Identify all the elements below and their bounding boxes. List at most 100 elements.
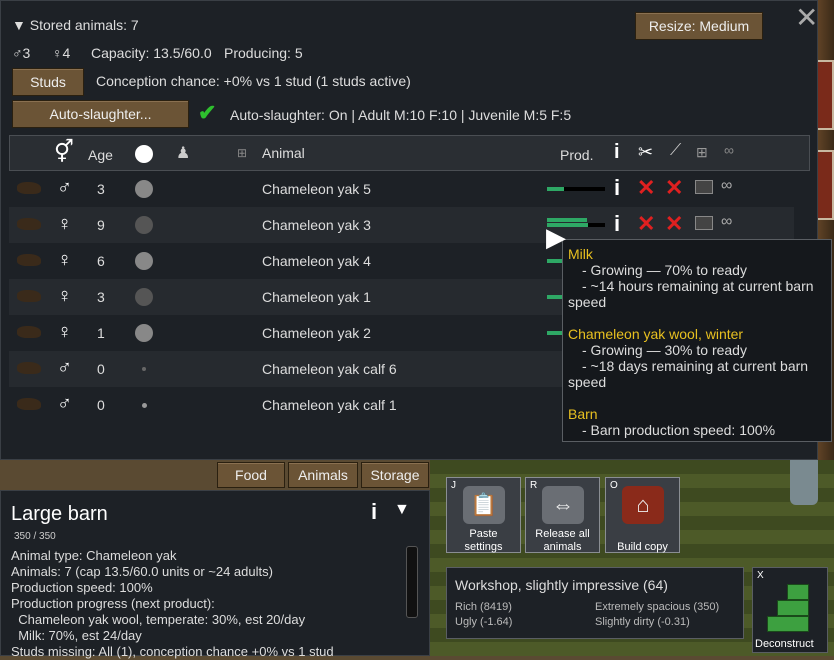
auto-slaughter-button[interactable]: Auto-slaughter... (12, 100, 189, 128)
prod-header[interactable]: Prod. (560, 147, 593, 163)
tooltip-milk-title: Milk (568, 246, 593, 262)
resize-button[interactable]: Resize: Medium (635, 12, 763, 40)
medical-icon[interactable]: ⊞ (237, 146, 247, 160)
table-row[interactable]: ♂ 3 Chameleon yak 5 i ✕ ✕ ∞ (9, 171, 794, 207)
studs-button[interactable]: Studs (12, 68, 84, 96)
info-icon[interactable]: i (614, 175, 620, 201)
collapse-icon[interactable]: ▼ (394, 501, 410, 519)
building-details: Animal type: Chameleon yak Animals: 7 (ca… (11, 548, 334, 660)
clipboard-icon: 📋 (463, 486, 505, 524)
slaughter-toggle-icon[interactable]: ✕ (637, 211, 655, 237)
animal-icon (17, 362, 41, 374)
animal-icon (17, 218, 41, 230)
production-tooltip: Milk - Growing — 70% to ready - ~14 hour… (562, 239, 832, 442)
binoculars-icon[interactable]: ∞ (721, 177, 732, 195)
detail-line: Milk: 70%, est 24/day (11, 628, 142, 643)
animal-name[interactable]: Chameleon yak 2 (262, 325, 371, 341)
detail-line: Production progress (next product): (11, 596, 215, 611)
release-animals-icon: ⇔ (542, 486, 584, 524)
age-header[interactable]: Age (88, 147, 113, 163)
room-beauty: Ugly (-1.64) (455, 616, 513, 628)
hotkey-label: X (757, 570, 764, 581)
room-space: Extremely spacious (350) (595, 601, 720, 613)
age-cell: 1 (97, 325, 105, 341)
body-size-icon[interactable] (135, 145, 153, 163)
gender-icon[interactable]: ⚥ (54, 139, 74, 165)
female-count: ♀4 (52, 45, 71, 61)
tooltip-wool-title: Chameleon yak wool, winter (568, 326, 744, 342)
room-cleanliness: Slightly dirty (-0.31) (595, 616, 690, 628)
close-icon[interactable]: ✕ (795, 1, 818, 34)
animal-name[interactable]: Chameleon yak 1 (262, 289, 371, 305)
info-icon[interactable]: i (614, 141, 620, 164)
animal-icon (17, 290, 41, 302)
capacity-text: Capacity: 13.5/60.0 (91, 45, 212, 61)
slaughter-icon[interactable]: ✂ (638, 142, 653, 163)
knife-icon[interactable]: ⟋ (670, 142, 681, 160)
animal-icon (17, 398, 41, 410)
room-title: Workshop, slightly impressive (64) (455, 577, 668, 593)
detail-line: Chameleon yak wool, temperate: 30%, est … (11, 612, 306, 627)
deconstruct-label: Deconstruct (755, 638, 814, 650)
detail-line: Animal type: Chameleon yak (11, 548, 177, 563)
tooltip-line: - ~14 hours remaining at current barn (582, 278, 814, 294)
age-cell: 3 (97, 289, 105, 305)
age-cell: 6 (97, 253, 105, 269)
release-toggle-icon[interactable]: ✕ (665, 175, 683, 201)
gender-icon: ♀ (57, 285, 72, 307)
body-size-indicator (135, 216, 153, 234)
medical-tag-icon[interactable] (695, 216, 713, 230)
animal-name[interactable]: Chameleon yak 3 (262, 217, 371, 233)
body-size-indicator (142, 367, 146, 371)
tab-food[interactable]: Food (217, 462, 285, 488)
hotkey-label: O (610, 480, 618, 491)
body-size-indicator (142, 403, 147, 408)
button-label: Paste settings (464, 528, 503, 553)
detail-line: Animals: 7 (cap 13.5/60.0 units or ~24 a… (11, 564, 273, 579)
gender-icon: ♂ (57, 177, 72, 199)
hp-text: 350 / 350 (14, 531, 56, 542)
pipe-graphic (790, 455, 818, 505)
pregnancy-icon[interactable]: ♟ (176, 143, 190, 163)
body-size-indicator (135, 324, 153, 342)
detail-line: Production speed: 100% (11, 580, 153, 595)
gender-icon: ♀ (57, 213, 72, 235)
animal-icon (17, 182, 41, 194)
slaughter-toggle-icon[interactable]: ✕ (637, 175, 655, 201)
body-size-indicator (135, 180, 153, 198)
binoculars-icon[interactable]: ∞ (721, 213, 732, 231)
animal-header[interactable]: Animal (262, 145, 305, 161)
tooltip-line: - Growing — 30% to ready (582, 342, 747, 358)
body-size-indicator (135, 252, 153, 270)
age-cell: 0 (97, 397, 105, 413)
table-row[interactable]: ♀ 9 Chameleon yak 3 i ✕ ✕ ∞ (9, 207, 794, 243)
room-stats-panel: Workshop, slightly impressive (64) Rich … (446, 567, 744, 639)
release-toggle-icon[interactable]: ✕ (665, 211, 683, 237)
animal-name[interactable]: Chameleon yak 5 (262, 181, 371, 197)
medical-tag-icon[interactable]: ⊞ (696, 144, 708, 161)
binoculars-icon[interactable]: ∞ (724, 142, 734, 158)
table-header: ⚥ Age ♟ ⊞ Animal Prod. i ✂ ⟋ ⊞ ∞ (9, 135, 810, 171)
tab-animals[interactable]: Animals (288, 462, 358, 488)
gender-icon: ♂ (57, 357, 72, 379)
tooltip-line: - Growing — 70% to ready (582, 262, 747, 278)
producing-text: Producing: 5 (224, 45, 303, 61)
paste-settings-button[interactable]: J 📋 Paste settings (446, 477, 521, 553)
deconstruct-button[interactable]: X Deconstruct (752, 567, 828, 653)
build-copy-button[interactable]: O ⌂ Build copy (605, 477, 680, 553)
release-all-button[interactable]: R ⇔ Release all animals (525, 477, 600, 553)
info-icon[interactable]: i (371, 499, 377, 525)
info-icon[interactable]: i (614, 211, 620, 237)
gender-icon: ♂ (57, 393, 72, 415)
animal-name[interactable]: Chameleon yak calf 1 (262, 397, 397, 413)
stored-animals-title[interactable]: ▼ Stored animals: 7 (12, 17, 139, 33)
production-bar[interactable] (547, 187, 605, 191)
animal-name[interactable]: Chameleon yak calf 6 (262, 361, 397, 377)
scrollbar[interactable] (406, 546, 418, 618)
animal-name[interactable]: Chameleon yak 4 (262, 253, 371, 269)
animal-icon (17, 326, 41, 338)
tab-storage[interactable]: Storage (361, 462, 429, 488)
medical-tag-icon[interactable] (695, 180, 713, 194)
barn-icon: ⌂ (622, 486, 664, 524)
tooltip-barn-title: Barn (568, 406, 598, 422)
